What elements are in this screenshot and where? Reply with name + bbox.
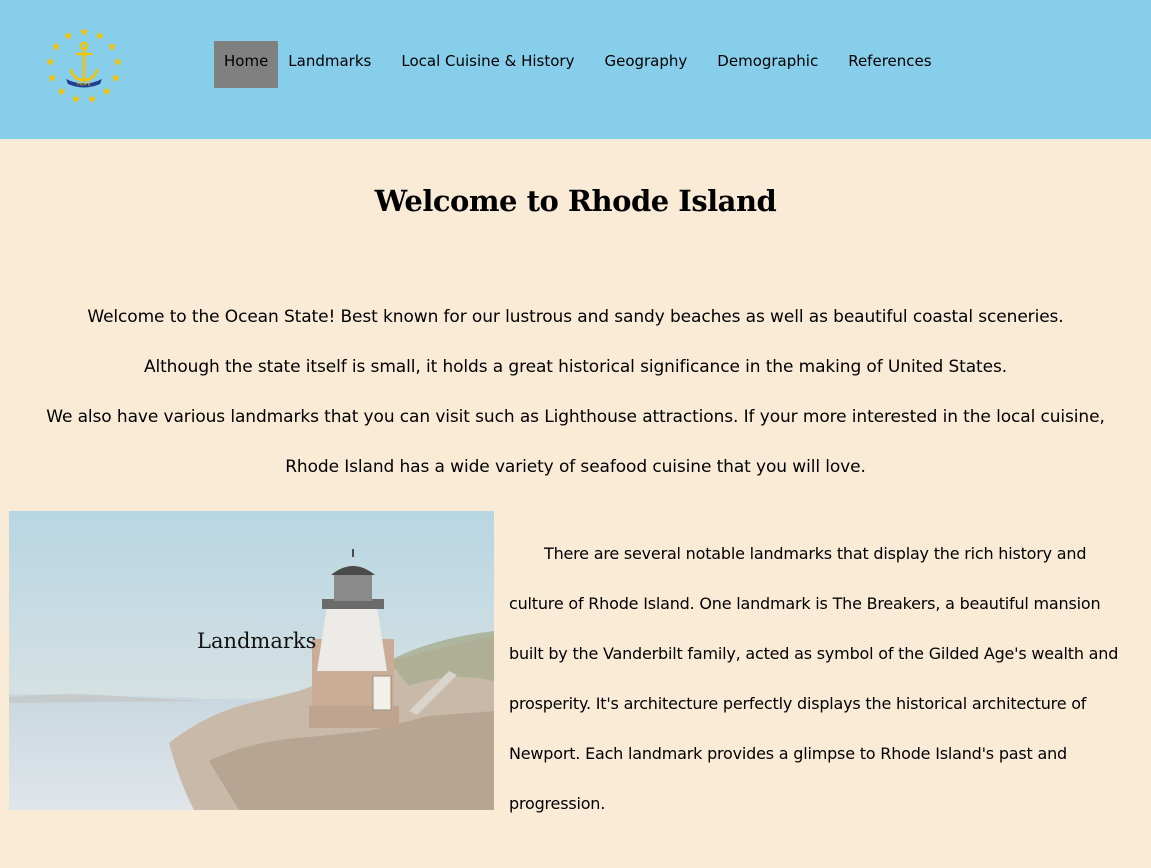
- intro-text: Welcome to the Ocean State! Best known f…: [0, 292, 1151, 492]
- star-icon: [63, 31, 73, 40]
- photo-caption: Landmarks: [197, 629, 317, 653]
- nav-landmarks[interactable]: Landmarks: [288, 41, 381, 88]
- star-icon: [57, 86, 66, 96]
- nav-geography[interactable]: Geography: [594, 41, 697, 88]
- nav-local-cuisine-history[interactable]: Local Cuisine & History: [391, 41, 584, 88]
- lighthouse-photo[interactable]: Landmarks: [9, 511, 494, 810]
- intro-line: We also have various landmarks that you …: [46, 407, 1105, 427]
- landmarks-paragraph: There are several notable landmarks that…: [509, 544, 1119, 813]
- landmarks-description: There are several notable landmarks that…: [509, 529, 1119, 829]
- site-header: HOPE Home Landmarks Local Cuisine & Hist…: [0, 0, 1151, 139]
- star-icon: [95, 31, 105, 40]
- rhode-island-seal-icon[interactable]: HOPE: [44, 26, 124, 106]
- intro-line: Although the state itself is small, it h…: [143, 357, 1008, 377]
- star-icon: [45, 57, 55, 66]
- nav-home[interactable]: Home: [214, 41, 279, 88]
- nav-references[interactable]: References: [838, 41, 941, 88]
- star-icon: [71, 94, 81, 103]
- star-icon: [113, 57, 123, 66]
- star-icon: [111, 73, 121, 82]
- star-icon: [107, 42, 117, 51]
- intro-line: Rhode Island has a wide variety of seafo…: [285, 457, 866, 477]
- page-title: Welcome to Rhode Island: [374, 184, 777, 218]
- star-icon: [79, 27, 89, 36]
- star-icon: [87, 94, 97, 103]
- star-icon: [47, 73, 57, 82]
- logo-ribbon-text: HOPE: [77, 82, 91, 88]
- star-icon: [51, 42, 61, 51]
- lighthouse-illustration: [9, 511, 494, 810]
- nav-demographic[interactable]: Demographic: [707, 41, 828, 88]
- intro-line: Welcome to the Ocean State! Best known f…: [87, 307, 1064, 327]
- star-icon: [102, 86, 111, 96]
- main-nav: Home Landmarks Local Cuisine & History G…: [214, 41, 952, 88]
